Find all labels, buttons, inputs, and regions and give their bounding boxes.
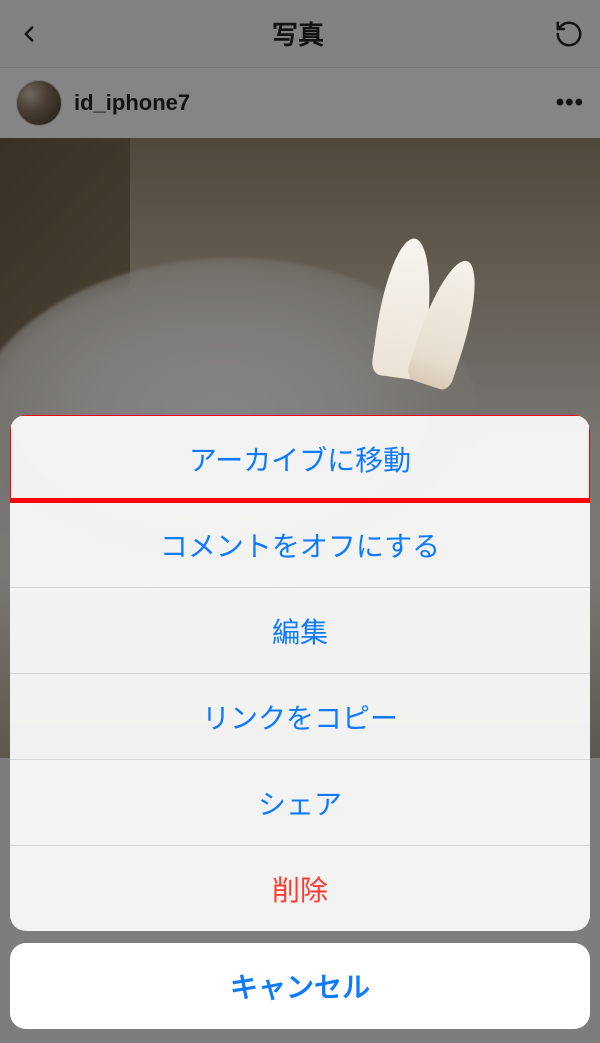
action-archive[interactable]: アーカイブに移動: [10, 415, 590, 501]
action-sheet: アーカイブに移動 コメントをオフにする 編集 リンクをコピー シェア 削除 キャ…: [10, 415, 590, 1029]
cancel-button[interactable]: キャンセル: [10, 943, 590, 1029]
action-copy-link[interactable]: リンクをコピー: [10, 673, 590, 759]
action-sheet-group: アーカイブに移動 コメントをオフにする 編集 リンクをコピー シェア 削除: [10, 415, 590, 931]
action-edit[interactable]: 編集: [10, 587, 590, 673]
action-delete[interactable]: 削除: [10, 845, 590, 931]
action-comments-off[interactable]: コメントをオフにする: [10, 501, 590, 587]
action-share[interactable]: シェア: [10, 759, 590, 845]
